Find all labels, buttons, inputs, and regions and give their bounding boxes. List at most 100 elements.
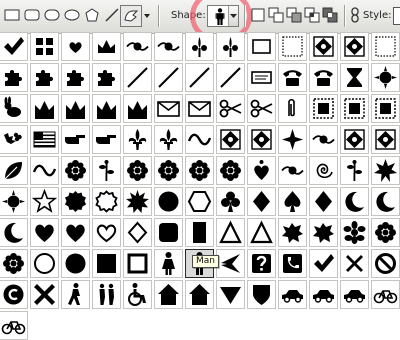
shape-library-cell[interactable] [185, 156, 214, 185]
shape-library-cell[interactable] [247, 125, 276, 154]
create-new-shape-layer-icon[interactable] [250, 7, 266, 23]
shape-picker[interactable] [207, 5, 239, 27]
shape-library-cell[interactable] [123, 32, 152, 61]
shape-library-cell[interactable] [123, 63, 152, 92]
shape-library-cell[interactable] [154, 218, 183, 247]
shape-library-cell[interactable] [30, 156, 59, 185]
shape-library-cell[interactable] [309, 94, 338, 123]
shape-library-cell[interactable] [340, 156, 369, 185]
shape-library-cell[interactable] [123, 187, 152, 216]
rounded-rectangle-alt-tool-icon[interactable] [44, 7, 60, 23]
shape-library-cell[interactable] [371, 125, 400, 154]
shape-library-cell[interactable] [371, 94, 400, 123]
shape-library-cell[interactable] [0, 125, 28, 154]
shape-library-cell[interactable] [371, 187, 400, 216]
shape-library-cell[interactable] [309, 218, 338, 247]
shape-library-cell[interactable] [371, 32, 400, 61]
shape-library-cell[interactable] [309, 63, 338, 92]
shape-library-cell[interactable] [30, 249, 59, 278]
shape-library-cell[interactable] [154, 94, 183, 123]
shape-library-cell[interactable] [30, 218, 59, 247]
shape-library-cell[interactable] [185, 125, 214, 154]
shape-library-cell[interactable] [371, 218, 400, 247]
shape-library-cell[interactable] [154, 125, 183, 154]
shape-library-cell[interactable] [185, 218, 214, 247]
style-swatch[interactable] [393, 7, 400, 25]
shape-library-cell[interactable] [154, 156, 183, 185]
shape-library-cell[interactable] [216, 63, 245, 92]
shape-library-cell[interactable] [278, 94, 307, 123]
shape-library-cell[interactable] [154, 32, 183, 61]
shape-library-cell[interactable] [309, 249, 338, 278]
shape-library-cell[interactable] [0, 218, 28, 247]
shape-library-cell[interactable] [185, 32, 214, 61]
shape-library-cell[interactable] [278, 280, 307, 309]
shape-library-cell[interactable] [123, 249, 152, 278]
shape-library-cell[interactable] [92, 63, 121, 92]
shape-library-cell[interactable] [154, 249, 183, 278]
shape-library-cell[interactable] [30, 94, 59, 123]
shape-library-cell[interactable] [61, 94, 90, 123]
shape-library-cell[interactable] [92, 280, 121, 309]
shape-library-cell[interactable] [92, 249, 121, 278]
shape-library-cell[interactable] [216, 280, 245, 309]
shape-library-cell[interactable] [30, 187, 59, 216]
shape-library-cell[interactable] [61, 156, 90, 185]
shape-library-cell[interactable] [92, 32, 121, 61]
shape-library-cell[interactable] [247, 280, 276, 309]
shape-library-cell[interactable] [185, 94, 214, 123]
shape-library-cell[interactable] [185, 63, 214, 92]
shape-library-cell[interactable] [154, 280, 183, 309]
shape-library-cell[interactable] [216, 125, 245, 154]
add-to-shape-area-icon[interactable] [268, 7, 284, 23]
shape-library-cell[interactable] [340, 63, 369, 92]
custom-shape-tool-icon[interactable] [120, 5, 142, 27]
shape-library-cell[interactable] [30, 32, 59, 61]
exclude-overlapping-areas-icon[interactable] [322, 7, 338, 23]
link-layer-style-icon[interactable] [349, 7, 361, 23]
shape-library-cell[interactable] [278, 32, 307, 61]
shape-library-cell[interactable] [309, 125, 338, 154]
shape-library-cell[interactable] [61, 63, 90, 92]
shape-library-cell[interactable] [278, 156, 307, 185]
shape-library-cell[interactable] [247, 63, 276, 92]
shape-library-cell[interactable] [216, 187, 245, 216]
shape-library-cell[interactable] [340, 125, 369, 154]
shape-library-cell[interactable] [123, 156, 152, 185]
shape-library-cell[interactable] [185, 187, 214, 216]
tool-dropdown-arrow-icon[interactable] [143, 7, 151, 23]
shape-library-cell[interactable] [278, 218, 307, 247]
shape-library-cell[interactable] [278, 125, 307, 154]
shape-library-cell[interactable] [216, 94, 245, 123]
shape-library-cell[interactable] [216, 156, 245, 185]
shape-library-cell[interactable] [92, 156, 121, 185]
shape-library-cell[interactable] [30, 280, 59, 309]
shape-library-cell[interactable] [216, 32, 245, 61]
shape-library-cell[interactable] [340, 218, 369, 247]
shape-library-cell[interactable] [92, 218, 121, 247]
shape-library-cell[interactable] [154, 63, 183, 92]
shape-library-cell[interactable] [371, 249, 400, 278]
intersect-shape-areas-icon[interactable] [304, 7, 320, 23]
shape-library-cell[interactable] [92, 125, 121, 154]
shape-library-cell[interactable] [247, 32, 276, 61]
subtract-from-shape-area-icon[interactable] [286, 7, 302, 23]
shape-library-cell[interactable] [154, 187, 183, 216]
shape-library-cell[interactable] [216, 218, 245, 247]
shape-library-cell[interactable] [371, 63, 400, 92]
shape-library-cell[interactable] [371, 156, 400, 185]
shape-library-cell[interactable] [371, 280, 400, 309]
shape-library-cell[interactable] [247, 94, 276, 123]
shape-library-cell[interactable] [0, 249, 28, 278]
shape-library-cell[interactable] [61, 280, 90, 309]
shape-library-cell[interactable] [0, 311, 28, 340]
shape-library-cell[interactable] [123, 280, 152, 309]
shape-library-cell[interactable] [340, 187, 369, 216]
shape-library-cell[interactable] [340, 249, 369, 278]
shape-library-cell[interactable] [278, 63, 307, 92]
shape-library-cell[interactable] [30, 125, 59, 154]
shape-library-cell[interactable] [61, 218, 90, 247]
polygon-tool-icon[interactable] [84, 7, 100, 23]
shape-library-cell[interactable] [309, 187, 338, 216]
shape-library-cell[interactable] [247, 249, 276, 278]
